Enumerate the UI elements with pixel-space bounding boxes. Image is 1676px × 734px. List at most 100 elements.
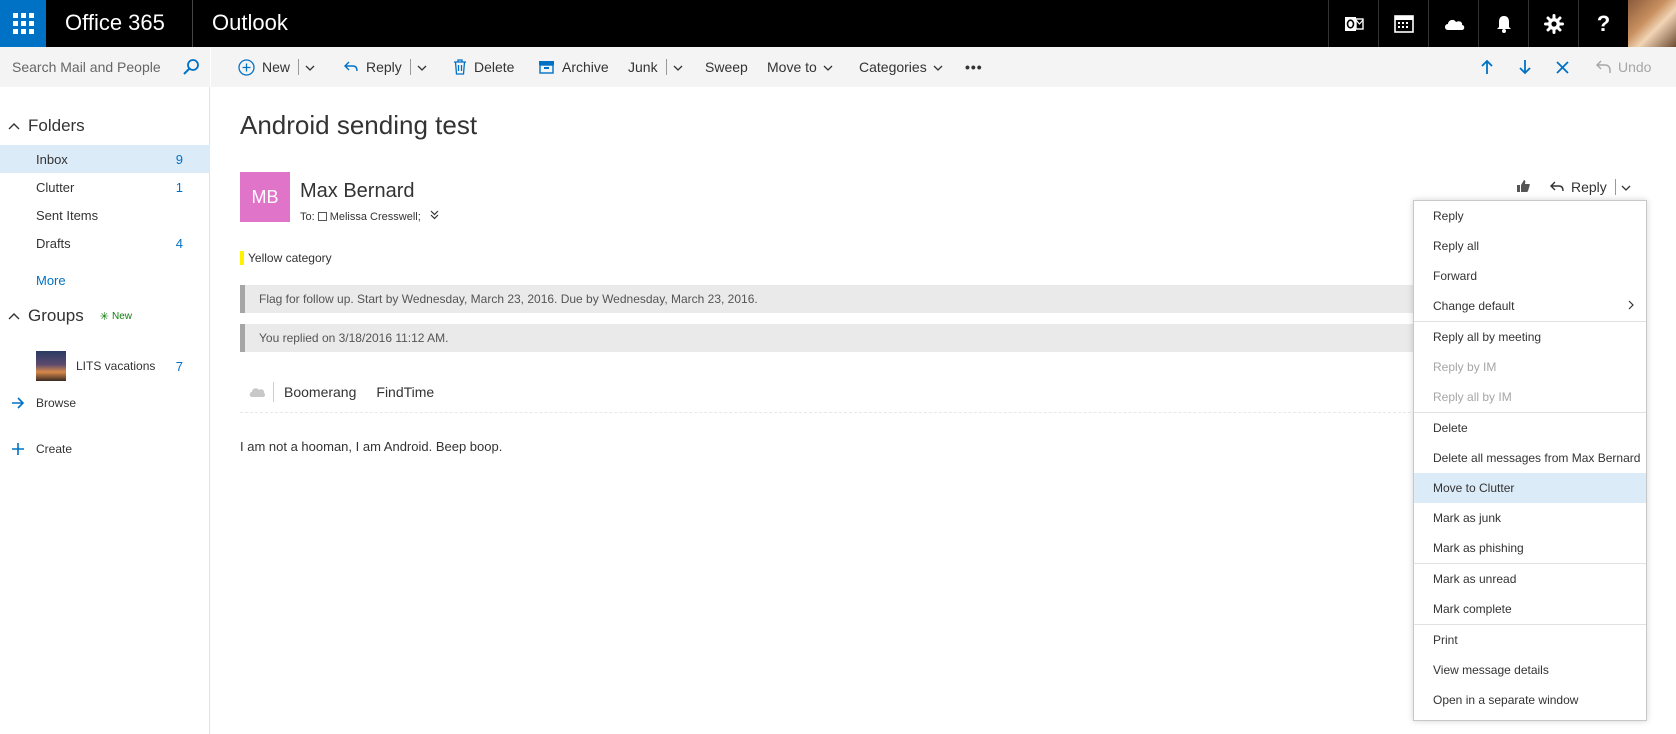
folder-count: 9 — [175, 151, 183, 167]
like-button[interactable] — [1507, 176, 1539, 196]
create-group-link[interactable]: Create — [0, 437, 210, 461]
chevron-right-icon — [1628, 299, 1634, 313]
folders-header[interactable]: Folders — [0, 113, 85, 139]
folder-inbox[interactable]: Inbox 9 — [0, 145, 210, 173]
addin-boomerang[interactable]: Boomerang — [284, 384, 356, 400]
sender-avatar[interactable]: MB — [240, 172, 290, 222]
sweep-button[interactable]: Sweep — [705, 47, 748, 87]
menu-item-view-message-details[interactable]: View message details — [1414, 655, 1646, 685]
more-actions-button[interactable]: ••• — [965, 47, 983, 87]
chevron-down-icon — [823, 59, 833, 75]
menu-item-mark-as-phishing[interactable]: Mark as phishing — [1414, 533, 1646, 563]
categories-label: Categories — [859, 59, 927, 75]
addins-icon[interactable] — [249, 386, 265, 398]
folder-pane: Folders Inbox 9 Clutter 1 Sent Items Dra… — [0, 47, 210, 734]
settings-button[interactable] — [1528, 0, 1578, 47]
reply-split-button[interactable]: Reply — [1549, 172, 1645, 202]
browse-label: Browse — [36, 396, 77, 410]
archive-button[interactable]: Archive — [538, 47, 609, 87]
sender-name[interactable]: Max Bernard — [300, 180, 415, 203]
folder-drafts[interactable]: Drafts 4 — [0, 229, 210, 257]
command-bar: New Reply Delete Archive Junk Sweep Move… — [211, 47, 1676, 87]
flag-info-text: Flag for follow up. Start by Wednesday, … — [259, 292, 758, 306]
menu-item-print[interactable]: Print — [1414, 625, 1646, 655]
reply-label: Reply — [366, 59, 402, 75]
addins-bar: Boomerang FindTime — [240, 380, 434, 404]
chevron-up-icon — [0, 312, 28, 320]
reply-label: Reply — [1571, 179, 1607, 195]
more-folders-link[interactable]: More — [36, 273, 66, 288]
addin-findtime[interactable]: FindTime — [376, 384, 434, 400]
browse-groups-link[interactable]: Browse — [0, 391, 210, 415]
chevron-down-icon[interactable] — [673, 59, 683, 75]
menu-item-move-to-clutter[interactable]: Move to Clutter — [1414, 473, 1646, 503]
menu-item-delete-all-from-sender[interactable]: Delete all messages from Max Bernard — [1414, 443, 1646, 473]
menu-item-reply-by-im: Reply by IM — [1433, 360, 1497, 374]
delete-button[interactable]: Delete — [453, 47, 514, 87]
archive-label: Archive — [562, 59, 609, 75]
menu-item-mark-complete[interactable]: Mark complete — [1414, 594, 1646, 624]
presence-icon — [317, 212, 327, 221]
menu-item-forward[interactable]: Forward — [1414, 261, 1646, 291]
next-item-button[interactable] — [1518, 47, 1532, 87]
split-divider — [298, 59, 300, 75]
add-circle-icon — [238, 58, 255, 76]
previous-item-button[interactable] — [1480, 47, 1494, 87]
folder-clutter[interactable]: Clutter 1 — [0, 173, 210, 201]
new-button[interactable]: New — [238, 47, 315, 87]
waffle-icon — [12, 13, 34, 34]
menu-item-mark-as-unread[interactable]: Mark as unread — [1414, 564, 1646, 594]
addins-divider — [273, 382, 274, 402]
brand-divider — [192, 0, 193, 47]
sparkle-icon: ✳ — [99, 310, 109, 323]
arrow-up-icon — [1481, 59, 1493, 74]
menu-item-reply-all[interactable]: Reply all — [1414, 231, 1646, 261]
notifications-button[interactable] — [1478, 0, 1528, 47]
reply-icon — [343, 60, 359, 74]
calendar-button[interactable] — [1378, 0, 1428, 47]
app-title[interactable]: Outlook — [212, 0, 288, 47]
search-input[interactable] — [12, 57, 177, 77]
menu-item-open-separate-window[interactable]: Open in a separate window — [1414, 685, 1646, 715]
move-to-button[interactable]: Move to — [767, 47, 833, 87]
folder-sent-items[interactable]: Sent Items — [0, 201, 210, 229]
onedrive-button[interactable] — [1428, 0, 1478, 47]
replied-infobar: You replied on 3/18/2016 11:12 AM. — [240, 324, 1421, 352]
reply-button[interactable]: Reply — [343, 47, 427, 87]
close-icon — [1556, 60, 1569, 74]
user-avatar[interactable] — [1628, 0, 1676, 47]
categories-button[interactable]: Categories — [859, 47, 943, 87]
category-tag[interactable]: Yellow category — [240, 251, 332, 265]
menu-item-reply[interactable]: Reply — [1414, 201, 1646, 231]
folder-label: Clutter — [36, 179, 75, 195]
menu-item-reply-all-by-meeting[interactable]: Reply all by meeting — [1414, 322, 1646, 352]
app-launcher-button[interactable] — [0, 0, 46, 47]
expand-recipients-icon[interactable] — [430, 210, 439, 223]
to-label: To: — [300, 210, 315, 223]
recipients-line: To: Melissa Cresswell; — [300, 210, 439, 223]
chevron-down-icon[interactable] — [417, 59, 427, 75]
menu-item-change-default[interactable]: Change default — [1414, 291, 1646, 321]
menu-item-mark-as-junk[interactable]: Mark as junk — [1414, 503, 1646, 533]
new-label: New — [262, 59, 291, 75]
search-button[interactable] — [180, 56, 202, 78]
close-reading-button[interactable] — [1556, 47, 1569, 87]
folders-header-label: Folders — [28, 116, 85, 135]
group-count: 7 — [175, 358, 183, 374]
brand-title[interactable]: Office 365 — [65, 0, 165, 47]
undo-button[interactable]: Undo — [1596, 47, 1651, 87]
folder-label: Inbox — [36, 151, 68, 167]
search-box — [0, 47, 210, 87]
suite-icons: ? — [1328, 0, 1676, 47]
recipient-name[interactable]: Melissa Cresswell; — [330, 211, 421, 223]
groups-header[interactable]: Groups ✳ New — [0, 303, 132, 329]
chevron-down-icon[interactable] — [1621, 179, 1631, 195]
junk-button[interactable]: Junk — [628, 47, 683, 87]
arrow-down-icon — [1519, 60, 1531, 75]
group-lits-vacations[interactable]: LITS vacations 7 — [36, 351, 210, 381]
group-label: LITS vacations — [76, 359, 156, 373]
outlook-button[interactable] — [1328, 0, 1378, 47]
chevron-down-icon[interactable] — [305, 59, 315, 75]
menu-item-delete[interactable]: Delete — [1414, 413, 1646, 443]
help-button[interactable]: ? — [1578, 0, 1628, 47]
